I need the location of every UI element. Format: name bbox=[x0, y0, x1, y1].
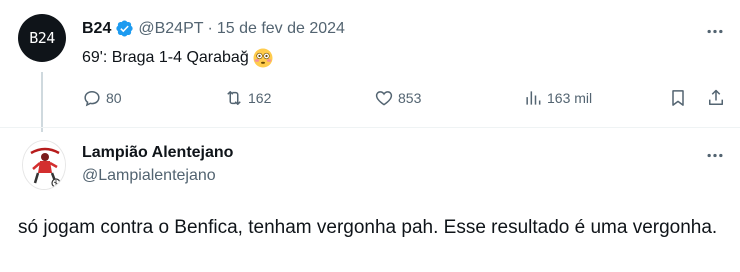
handle[interactable]: @B24PT bbox=[138, 20, 203, 38]
tweet-actions-bar: 80 162 853 163 mil bbox=[82, 88, 732, 112]
avatar-logo-text: B24 bbox=[29, 29, 55, 47]
tweet-header: B24 @B24PT · 15 de fev de 2024 bbox=[82, 19, 345, 38]
tweet-date[interactable]: 15 de fev de 2024 bbox=[217, 20, 345, 38]
tweet-text: só jogam contra o Benfica, tenham vergon… bbox=[18, 217, 718, 238]
share-button[interactable] bbox=[706, 88, 730, 108]
handle[interactable]: @Lampialentejano bbox=[82, 167, 216, 185]
retweet-icon bbox=[227, 91, 241, 105]
display-name[interactable]: Lampião Alentejano bbox=[82, 144, 233, 162]
lampiao-logo-icon bbox=[23, 141, 65, 189]
bookmark-button[interactable] bbox=[668, 88, 692, 108]
heart-icon bbox=[375, 91, 393, 106]
tweet-text: 69': Braga 1-4 Qarabağ bbox=[82, 48, 273, 68]
avatar[interactable] bbox=[22, 140, 66, 190]
retweet-button[interactable]: 162 bbox=[224, 88, 271, 108]
separator-dot: · bbox=[207, 19, 213, 37]
avatar[interactable]: B24 bbox=[18, 14, 66, 62]
retweet-count: 162 bbox=[248, 90, 272, 106]
flushed-face-icon bbox=[253, 48, 273, 68]
views-chart-icon bbox=[526, 91, 541, 105]
reply-count: 80 bbox=[106, 90, 122, 106]
divider bbox=[0, 127, 740, 128]
reply-button[interactable]: 80 bbox=[82, 88, 122, 108]
tweet-text-content: 69': Braga 1-4 Qarabağ bbox=[82, 49, 249, 66]
views-button[interactable]: 163 mil bbox=[523, 88, 592, 108]
share-icon bbox=[709, 89, 723, 105]
verified-badge-icon bbox=[115, 19, 134, 38]
reply-icon bbox=[84, 90, 100, 107]
views-count: 163 mil bbox=[547, 90, 593, 106]
like-button[interactable]: 853 bbox=[374, 88, 421, 108]
more-options-icon[interactable] bbox=[704, 148, 726, 162]
more-options-icon[interactable] bbox=[704, 24, 726, 38]
thread-connector-line bbox=[41, 72, 43, 132]
bookmark-icon bbox=[672, 90, 684, 106]
like-count: 853 bbox=[398, 90, 422, 106]
display-name[interactable]: B24 bbox=[82, 20, 111, 38]
